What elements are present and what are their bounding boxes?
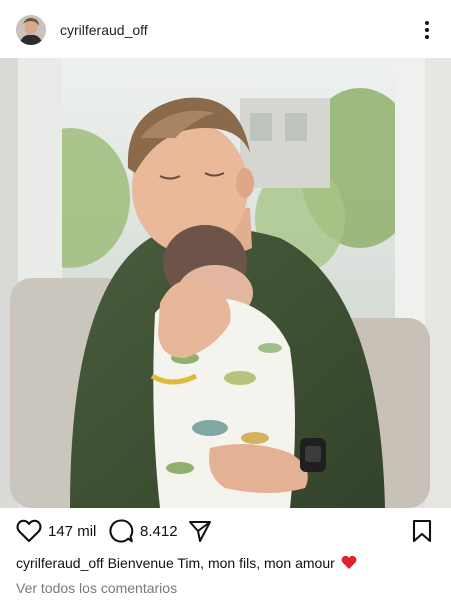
like-button[interactable]: 147 mil [16,518,96,544]
comment-bubble-icon [109,519,134,543]
caption-username[interactable]: cyrilferaud_off [16,555,104,571]
comment-button[interactable]: 8.412 [108,518,178,544]
post-caption: cyrilferaud_off Bienvenue Tim, mon fils,… [16,554,436,574]
share-button[interactable] [188,518,212,544]
comments-count: 8.412 [140,522,178,540]
post-actions: 147 mil 8.412 [0,510,451,554]
paper-plane-icon [189,521,211,542]
post-image [0,58,451,508]
more-vertical-icon [425,21,429,39]
likes-count: 147 mil [48,522,97,540]
avatar-image [16,15,46,45]
post-photo[interactable] [0,58,451,508]
save-button[interactable] [411,518,433,544]
post-username[interactable]: cyrilferaud_off [60,22,148,39]
red-heart-icon [341,555,357,569]
bookmark-outline-icon [412,519,432,543]
post-header: cyrilferaud_off [0,0,451,58]
caption-text: Bienvenue Tim, mon fils, mon amour [107,555,335,571]
heart-outline-icon [16,519,42,543]
red-heart-emoji [341,555,357,574]
avatar[interactable] [16,15,46,45]
view-all-comments-link[interactable]: Ver todos los comentarios [16,580,177,596]
more-options-button[interactable] [417,18,437,42]
